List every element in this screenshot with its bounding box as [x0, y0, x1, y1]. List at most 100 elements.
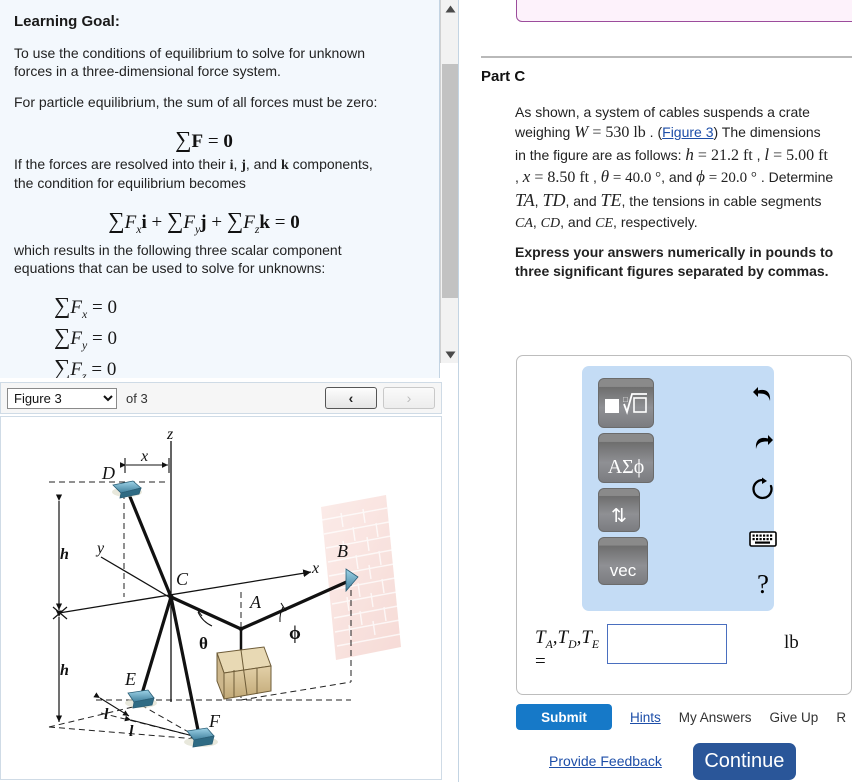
vector-button[interactable]: vec [598, 537, 648, 585]
previous-part-box: figures. [516, 0, 852, 22]
sqrt-template-button[interactable]: □ [598, 378, 654, 428]
intro-scrollbar[interactable] [440, 0, 460, 363]
equilibrium-intro-text: For particle equilibrium, the sum of all… [14, 94, 378, 110]
label-D: D [101, 463, 115, 483]
figure-select[interactable]: Figure 1Figure 2Figure 3 [7, 387, 117, 409]
give-up-link[interactable]: Give Up [770, 710, 819, 725]
my-answers-link[interactable]: My Answers [679, 710, 752, 725]
symbol-TE: TE [600, 190, 622, 211]
part-body: As shown, a system of cables suspends a … [515, 103, 835, 290]
section-divider [481, 56, 852, 58]
equation-sum-fz: ∑Fz = 0 [54, 355, 117, 378]
and-3: , and [560, 213, 596, 230]
and-2: , and [565, 193, 601, 210]
stmt-s3: Determine [764, 169, 834, 186]
submit-button[interactable]: Submit [516, 704, 612, 730]
figure-selector-bar: Figure 1Figure 2Figure 3 of 3 ‹ › [0, 382, 442, 414]
stmt-s4: , the tensions in cable segments [621, 193, 822, 210]
symbol-h: h [685, 144, 694, 164]
vec-label: vec [609, 561, 637, 580]
label-l-lower: l [129, 723, 134, 740]
updown-arrows-button[interactable]: ⇅ [598, 488, 640, 532]
segment-CA: CA [515, 215, 533, 231]
learning-goal-heading: Learning Goal: [14, 13, 120, 30]
extra-link[interactable]: R [836, 710, 846, 725]
learning-goal-text: To use the conditions of equilibrium to … [14, 45, 365, 80]
answer-box: □ ΑΣϕ ⇅ vec ? TA,TD,TE = lb [516, 355, 852, 695]
figure-3-link[interactable]: Figure 3 [662, 124, 713, 140]
hints-link[interactable]: Hints [630, 710, 661, 725]
label-y-axis: y [95, 540, 105, 557]
symbol-phi: ϕ [696, 167, 705, 187]
equation-vector-components: ∑Fxi + ∑Fyj + ∑Fzk = 0 [108, 208, 300, 236]
redo-icon[interactable] [748, 429, 778, 455]
action-row: Submit Hints My Answers Give Up R [516, 703, 852, 731]
answer-units: lb [784, 632, 799, 653]
label-theta: θ [199, 634, 208, 653]
label-C: C [176, 569, 189, 589]
symbol-TD: TD [542, 190, 566, 211]
greek-symbols-button[interactable]: ΑΣϕ [598, 433, 654, 483]
and-1: , and [661, 169, 697, 186]
label-x-dim: x [140, 448, 148, 465]
svg-text:□: □ [623, 395, 628, 404]
answer-row: TA,TD,TE = lb [535, 624, 835, 678]
equation-sum-fx: ∑Fx = 0 [54, 292, 117, 321]
components-text: If the forces are resolved into their i,… [14, 156, 394, 193]
comma-x: , [589, 169, 601, 186]
previous-figure-button[interactable]: ‹ [325, 387, 377, 409]
greek-label: ΑΣϕ [607, 456, 645, 478]
segment-CD: CD [540, 215, 561, 231]
answer-symbols: TA,TD,TE [535, 627, 600, 651]
equation-sum-fy: ∑Fy = 0 [54, 323, 117, 352]
value-phi: = 20.0 ° [704, 170, 757, 187]
value-theta: = 40.0 ° [609, 170, 662, 187]
scalar-equation-list: ∑Fx = 0 ∑Fy = 0 ∑Fz = 0 [14, 291, 394, 378]
label-x-axis: x [311, 560, 319, 577]
label-z: z [166, 426, 174, 443]
figure-count-label: of 3 [126, 390, 148, 406]
help-icon[interactable]: ? [748, 569, 778, 599]
next-figure-button[interactable]: › [383, 387, 435, 409]
provide-feedback-link[interactable]: Provide Feedback [549, 753, 662, 769]
value-h: = 21.2 ft [693, 146, 753, 164]
stmt-dot: . ( [645, 124, 663, 141]
symbol-theta: θ [600, 167, 610, 187]
intro-scroll-region: Learning Goal: To use the conditions of … [0, 0, 440, 378]
period-1: . [756, 169, 765, 186]
comma-l: , [515, 169, 523, 186]
answer-input[interactable] [607, 624, 727, 664]
keyboard-icon[interactable] [748, 526, 778, 552]
label-E: E [124, 669, 136, 689]
answer-label: TA,TD,TE = [535, 627, 600, 672]
part-title: Part C [481, 68, 526, 85]
label-l-upper: l [104, 706, 109, 723]
problem-statement: As shown, a system of cables suspends a … [515, 103, 835, 233]
equation-sum-forces: ∑F = 0 [175, 126, 233, 152]
figure-3-diagram: z x x y D C A B E F h h l l θ ϕ [1, 417, 441, 779]
continue-button[interactable]: Continue [692, 742, 796, 780]
math-palette: □ ΑΣϕ ⇅ vec ? [582, 366, 777, 611]
figure-frame: z x x y D C A B E F h h l l θ ϕ [0, 416, 442, 780]
scalar-equations-text: which results in the following three sca… [14, 242, 342, 276]
symbol-W: W [574, 122, 589, 142]
left-panel: Learning Goal: To use the conditions of … [0, 0, 460, 782]
unit-vector-k: k [280, 158, 289, 174]
undo-icon[interactable] [748, 381, 778, 407]
stmt-s5: , respectively. [613, 213, 698, 230]
segment-CE: CE [595, 215, 614, 231]
label-A: A [249, 592, 262, 612]
label-h-lower: h [60, 662, 69, 679]
answer-instruction: Express your answers numerically in poun… [515, 244, 834, 279]
value-x: = 8.50 ft [530, 169, 590, 187]
components-text-a: If the forces are resolved into their [14, 156, 230, 173]
value-l: = 5.00 ft [769, 146, 828, 164]
reset-icon[interactable] [748, 476, 778, 502]
scrollbar-thumb[interactable] [442, 64, 459, 298]
comma-ca: , [532, 213, 541, 230]
intro-content: Learning Goal: To use the conditions of … [0, 0, 410, 378]
updown-icon: ⇅ [611, 506, 627, 527]
label-phi: ϕ [289, 623, 301, 644]
label-h-upper: h [60, 546, 69, 563]
footer-row: Provide Feedback Continue [516, 742, 852, 780]
